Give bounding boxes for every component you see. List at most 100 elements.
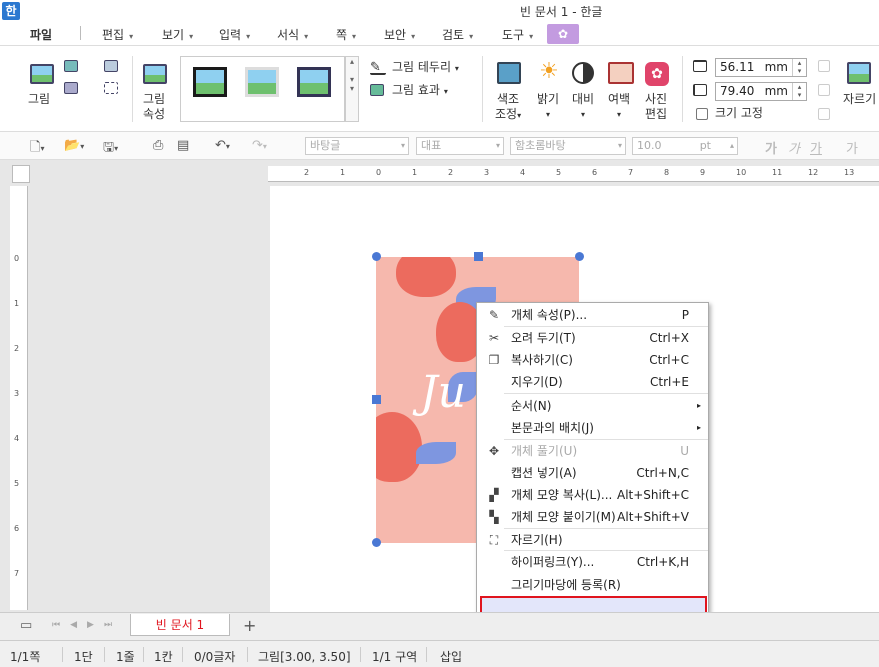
picture-border-button[interactable]: 그림 테두리 ▾ <box>392 60 459 76</box>
size-option-icon[interactable] <box>818 60 830 72</box>
contrast-icon[interactable] <box>572 62 594 84</box>
picture-effect-icon[interactable] <box>370 84 384 96</box>
contrast-label[interactable]: 대비 ▾ <box>572 92 594 122</box>
context-menu-item[interactable]: 그리기마당에 등록(R) <box>478 574 707 596</box>
height-input[interactable]: 79.40 mm ▴ ▾ <box>715 82 807 101</box>
page-view-icon[interactable]: ▭ <box>20 618 32 633</box>
resize-handle[interactable] <box>372 538 381 547</box>
context-menu-item[interactable]: 캡션 넣기(A) Ctrl+N,C <box>478 462 707 484</box>
crop-ribbon-icon[interactable] <box>847 62 871 84</box>
color-adjust-label[interactable]: 색조 조정▾ <box>495 92 521 123</box>
margin-icon[interactable] <box>608 62 634 84</box>
select-object-icon[interactable] <box>104 82 118 94</box>
picture-border-icon[interactable]: ✎ <box>370 61 386 75</box>
context-menu-item[interactable]: ✂ 오려 두기(T) Ctrl+X <box>478 327 707 349</box>
crop-ribbon-label[interactable]: 자르기 <box>843 92 876 107</box>
picture-properties-label[interactable]: 그림 속성 <box>143 92 165 122</box>
width-input[interactable]: 56.11 mm ▴ ▾ <box>715 58 807 77</box>
photo-edit-icon[interactable]: ✿ <box>645 62 669 86</box>
picture-context-tab-button[interactable]: ✿ <box>547 24 579 44</box>
margin-label[interactable]: 여백 ▾ <box>608 92 630 122</box>
change-picture-icon[interactable] <box>104 60 118 72</box>
ribbon: 그림 그림 속성 ▴ ▾ ▾ ✎ 그림 테두리 ▾ 그림 효과 ▾ 색조 조정▾ ☀ 밝… <box>0 46 879 132</box>
menu-review[interactable]: 검토 ▾ <box>442 26 473 43</box>
preview-icon[interactable]: ▤ <box>177 138 189 153</box>
menu-item-label: 개체 풀기(U) <box>511 444 578 458</box>
redo-icon[interactable]: ↷▾ <box>252 138 267 153</box>
context-menu-item[interactable]: ⛶ 자르기(H) <box>478 529 707 551</box>
context-menu-item[interactable]: 지우기(D) Ctrl+E <box>478 371 707 393</box>
style-combo[interactable]: 바탕글 ▾ <box>305 137 409 155</box>
picture-icon[interactable] <box>30 64 54 84</box>
status-insert-mode[interactable]: 삽입 <box>440 648 462 665</box>
menu-item-shortcut: Alt+Shift+C <box>616 488 689 502</box>
context-menu-item[interactable]: 하이퍼링크(Y)... Ctrl+K,H <box>478 551 707 573</box>
hwp-app-icon[interactable]: 한 <box>2 2 20 20</box>
bold-button[interactable]: 가 <box>765 138 777 157</box>
menu-view[interactable]: 보기 ▾ <box>162 26 193 43</box>
menu-tools[interactable]: 도구 ▾ <box>502 26 533 43</box>
style-thumb-2[interactable] <box>245 67 279 97</box>
gallery-scroll[interactable]: ▴ ▾ ▾ <box>345 56 359 122</box>
menu-insert[interactable]: 입력 ▾ <box>219 26 250 43</box>
context-menu-item[interactable]: ▚ 개체 모양 붙이기(M) Alt+Shift+V <box>478 506 707 528</box>
font-combo[interactable]: 함초롬바탕 ▾ <box>510 137 626 155</box>
height-spinner[interactable]: ▴ ▾ <box>792 83 806 100</box>
width-spinner[interactable]: ▴ ▾ <box>792 59 806 76</box>
menu-bar: 파일 편집 ▾ 보기 ▾ 입력 ▾ 서식 ▾ 쪽 ▾ 보안 ▾ 검토 ▾ 도구 ▾ <box>0 22 879 46</box>
menu-edit[interactable]: 편집 ▾ <box>102 26 133 43</box>
resize-handle[interactable] <box>372 252 381 261</box>
menu-item-label: 캡션 넣기(A) <box>511 466 577 480</box>
size-option-icon[interactable] <box>818 108 830 120</box>
menu-item-shortcut: Ctrl+X <box>649 331 689 345</box>
vertical-ruler[interactable]: 012345678 <box>10 186 28 623</box>
style-thumb-1[interactable] <box>193 67 227 97</box>
picture-button-label[interactable]: 그림 <box>28 92 50 107</box>
underline-button[interactable]: 가 <box>810 138 822 157</box>
font-size-combo[interactable]: 10.0 pt ▴ <box>632 137 738 155</box>
context-menu-item[interactable]: 순서(N) ▸ <box>478 395 707 417</box>
strikethrough-button[interactable]: 가 <box>846 138 858 157</box>
size-option-icon[interactable] <box>818 84 830 96</box>
menu-item-shortcut: U <box>680 444 689 458</box>
tab-nav-arrows[interactable]: ⏮◀▶⏭ <box>52 620 122 630</box>
resize-handle[interactable] <box>372 395 381 404</box>
ruler-corner-button[interactable] <box>12 165 30 183</box>
arrange-icon[interactable] <box>64 82 78 94</box>
print-icon[interactable]: ⎙ <box>153 138 163 153</box>
italic-button[interactable]: 가 <box>788 138 800 157</box>
brightness-label[interactable]: 밝기 ▾ <box>537 92 559 122</box>
horizontal-ruler[interactable]: 2 1 0 1 2 3 4 5 6 7 8 9 10 11 12 13 <box>268 166 879 182</box>
fix-size-checkbox[interactable] <box>696 108 708 120</box>
add-tab-button[interactable]: + <box>243 616 256 635</box>
tab-document[interactable]: 빈 문서 1 <box>130 614 230 636</box>
picture-properties-icon[interactable] <box>143 64 167 84</box>
save-icon[interactable]: 🖫▾ <box>103 138 118 160</box>
brightness-icon[interactable]: ☀ <box>537 60 561 84</box>
menu-file[interactable]: 파일 <box>30 26 52 43</box>
menu-page[interactable]: 쪽 ▾ <box>336 26 356 43</box>
context-menu-item[interactable]: ▞ 개체 모양 복사(L)... Alt+Shift+C <box>478 484 707 506</box>
menu-item-label: 개체 모양 붙이기(M) <box>511 510 616 524</box>
formatting-toolbar: 🗋▾ 📂▾ 🖫▾ ⎙ ▤ ↶▾ ↷▾ 바탕글 ▾ 대표 ▾ 함초롬바탕 ▾ 10.0 p… <box>0 132 879 160</box>
resize-handle[interactable] <box>575 252 584 261</box>
context-menu-item[interactable]: ❐ 복사하기(C) Ctrl+C <box>478 349 707 371</box>
picture-effect-button[interactable]: 그림 효과 ▾ <box>392 83 448 99</box>
menu-format[interactable]: 서식 ▾ <box>277 26 308 43</box>
menu-security[interactable]: 보안 ▾ <box>384 26 415 43</box>
undo-icon[interactable]: ↶▾ <box>215 138 230 153</box>
open-icon[interactable]: 📂▾ <box>64 138 84 153</box>
style-thumb-3[interactable] <box>297 67 331 97</box>
new-doc-icon[interactable]: 🗋▾ <box>30 138 44 160</box>
ruler-tick-label: 12 <box>808 168 819 177</box>
color-adjust-icon[interactable] <box>497 62 521 84</box>
insert-picture-small-icon[interactable] <box>64 60 78 72</box>
cut-icon: ✂ <box>488 331 500 345</box>
context-menu-item[interactable]: 본문과의 배치(J) ▸ <box>478 417 707 439</box>
photo-edit-label[interactable]: 사진 편집 <box>645 92 667 122</box>
resize-handle[interactable] <box>474 252 483 261</box>
picture-style-gallery[interactable] <box>180 56 345 122</box>
paragraph-combo[interactable]: 대표 ▾ <box>416 137 504 155</box>
status-section: 1/1 구역 <box>372 650 418 664</box>
context-menu-item[interactable]: ✎ 개체 속성(P)... P <box>478 304 707 326</box>
